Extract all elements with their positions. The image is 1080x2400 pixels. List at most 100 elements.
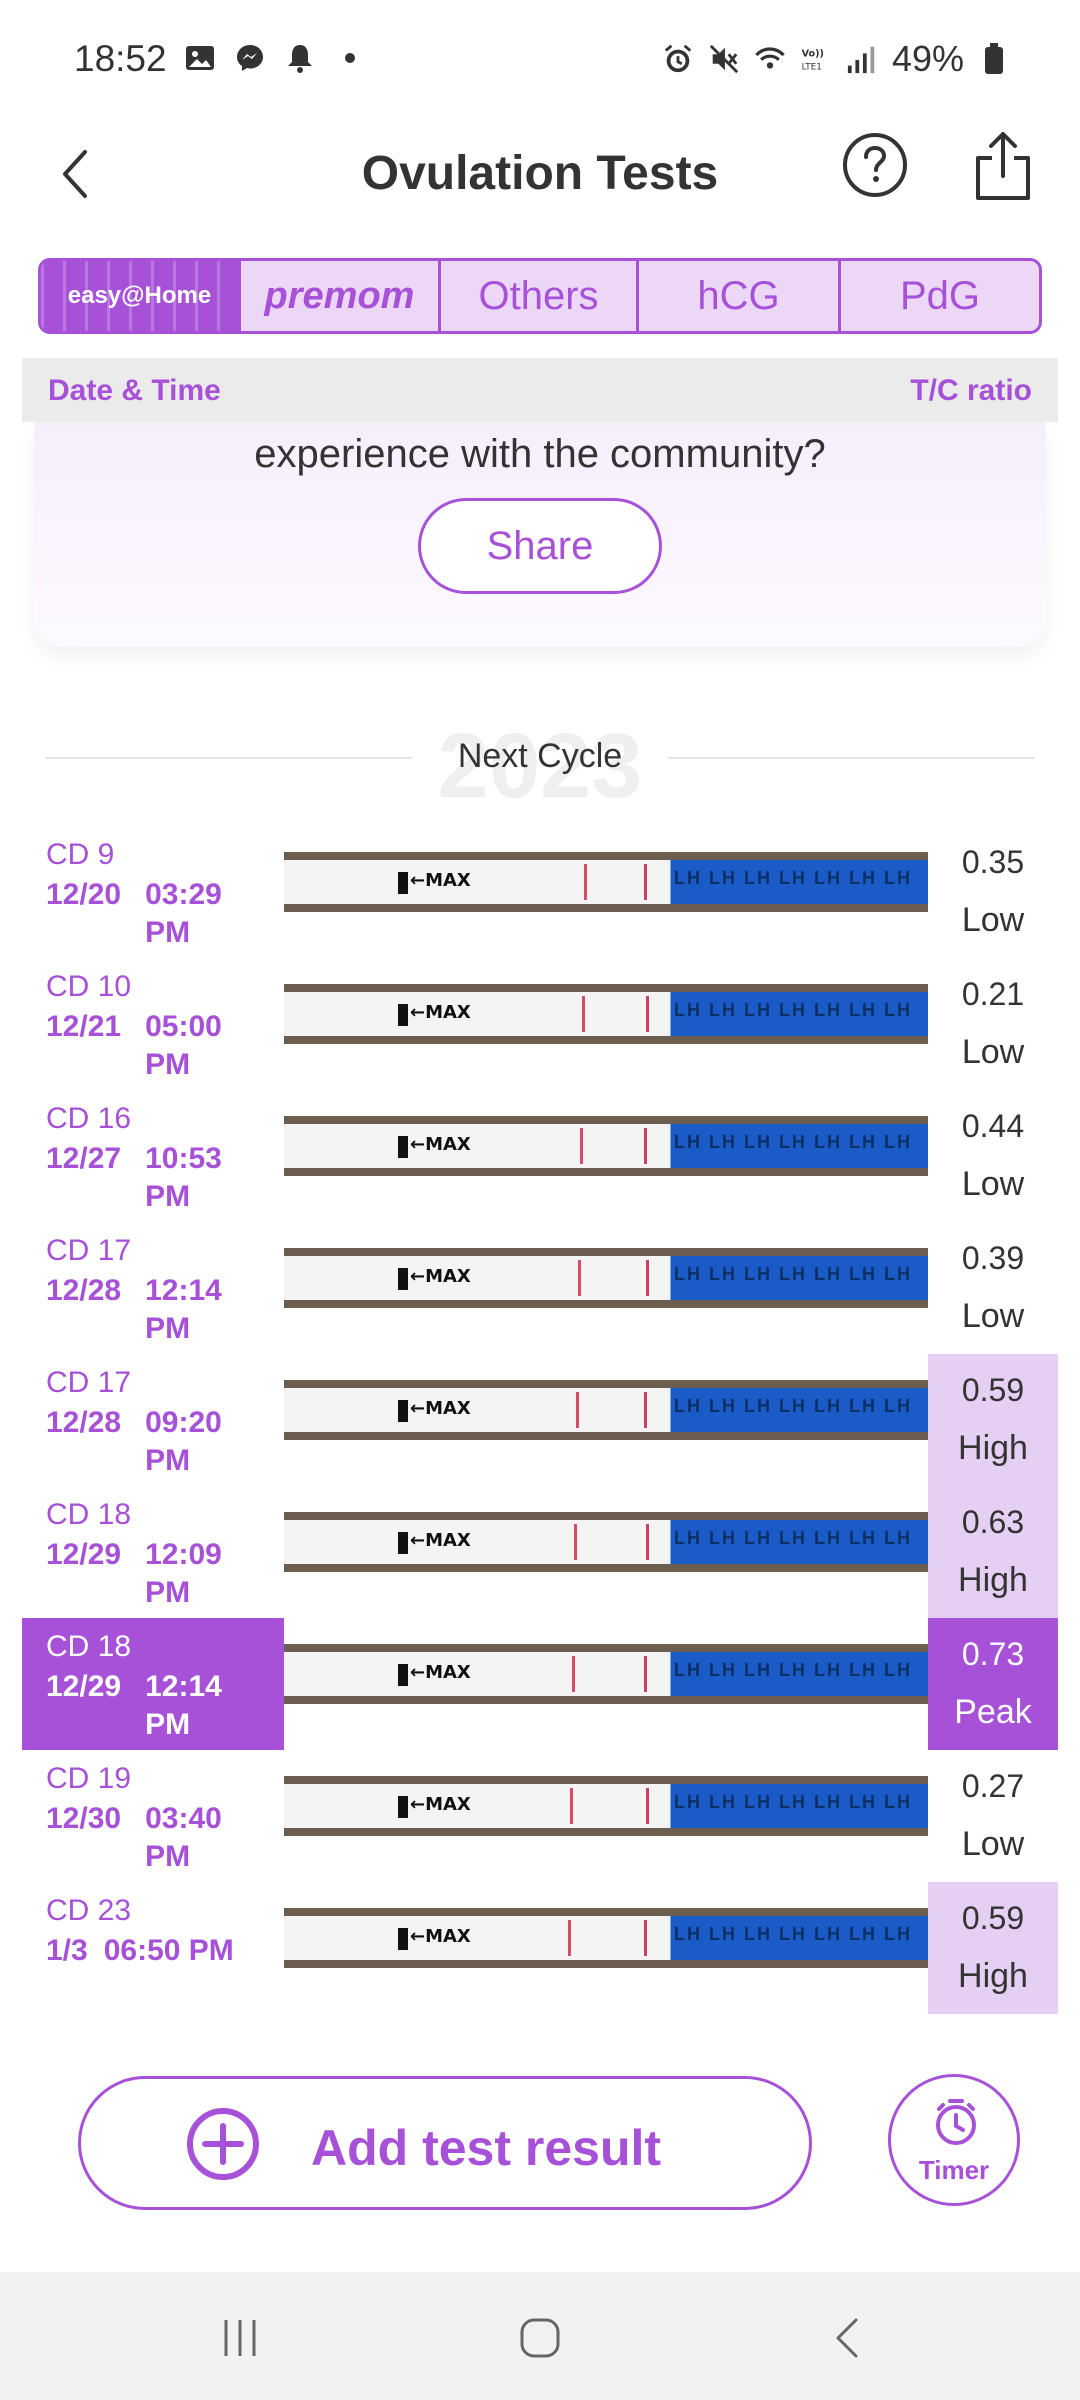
tc-ratio-value: 0.63: [961, 1504, 1025, 1540]
cycle-day: CD 16: [46, 1102, 132, 1135]
system-back-button[interactable]: [816, 2308, 876, 2368]
strip-body: ←MAX LH LH LH LH LH LH LH: [284, 1256, 928, 1300]
test-row[interactable]: CD 19 12/30 03:40 PM ←MAX LH LH LH LH LH LH …: [22, 1750, 1058, 1882]
strip-test-line: [572, 1656, 575, 1692]
lh-level: Low: [961, 1825, 1025, 1863]
add-test-result-label: Add test result: [311, 2120, 662, 2176]
wifi-icon: [754, 43, 786, 75]
row-time-value: 05:00 PM: [145, 1010, 222, 1081]
lh-level: Low: [961, 1297, 1025, 1335]
test-row[interactable]: CD 18 12/29 12:09 PM ←MAX LH LH LH LH LH LH …: [22, 1486, 1058, 1618]
strip-marker: [398, 1268, 408, 1290]
strip-body: ←MAX LH LH LH LH LH LH LH: [284, 1784, 928, 1828]
strip-lh-text: LH LH LH LH LH LH LH: [674, 1660, 912, 1680]
test-row[interactable]: CD 23 1/3 06:50 PM ←MAX LH LH LH LH LH LH LH…: [22, 1882, 1058, 2014]
tab-others[interactable]: Others: [441, 261, 639, 331]
strip-body: ←MAX LH LH LH LH LH LH LH: [284, 1124, 928, 1168]
messenger-icon: [234, 42, 266, 74]
row-time-value: 09:20 PM: [145, 1406, 222, 1477]
recent-apps-button[interactable]: [210, 2308, 270, 2368]
tab-pdg[interactable]: PdG: [841, 261, 1039, 331]
strip-test-line: [574, 1524, 577, 1560]
test-strip-image[interactable]: ←MAX LH LH LH LH LH LH LH: [284, 1776, 928, 1836]
tc-ratio-value: 0.21: [961, 976, 1025, 1012]
strip-lh-text: LH LH LH LH LH LH LH: [674, 1792, 912, 1812]
test-row[interactable]: CD 18 12/29 12:14 PM ←MAX LH LH LH LH LH LH …: [22, 1618, 1058, 1750]
home-icon: [520, 2318, 560, 2358]
test-strip-image[interactable]: ←MAX LH LH LH LH LH LH LH: [284, 984, 928, 1044]
share-card: experience with the community? Share: [34, 422, 1046, 647]
test-strip-image[interactable]: ←MAX LH LH LH LH LH LH LH: [284, 1116, 928, 1176]
row-time-value: 03:29 PM: [145, 878, 222, 949]
test-strip-image[interactable]: ←MAX LH LH LH LH LH LH LH: [284, 1512, 928, 1572]
tc-ratio-value: 0.44: [961, 1108, 1025, 1144]
test-row[interactable]: CD 10 12/21 05:00 PM ←MAX LH LH LH LH LH LH …: [22, 958, 1058, 1090]
test-row[interactable]: CD 17 12/28 09:20 PM ←MAX LH LH LH LH LH LH …: [22, 1354, 1058, 1486]
status-system-icons: Vo)) LTE1 49%: [662, 38, 1010, 80]
strip-test-line: [582, 996, 585, 1032]
row-date: CD 18 12/29 12:09 PM: [22, 1486, 284, 1618]
tab-easy-home[interactable]: easy@Home: [41, 261, 241, 331]
cycle-day: CD 18: [46, 1630, 132, 1663]
test-row[interactable]: CD 17 12/28 12:14 PM ←MAX LH LH LH LH LH LH …: [22, 1222, 1058, 1354]
share-button[interactable]: Share: [418, 498, 662, 594]
strip-test-line: [576, 1392, 579, 1428]
tc-ratio-cell: 0.59 High: [928, 1882, 1058, 2014]
strip-marker: [398, 1400, 408, 1422]
tc-ratio-cell: 0.73 Peak: [928, 1618, 1058, 1750]
strip-max-label: ←MAX: [410, 1794, 471, 1815]
strip-max-text: MAX: [425, 1794, 471, 1815]
question-icon: [843, 133, 907, 197]
dot-icon: [334, 42, 366, 74]
strip-lh-text: LH LH LH LH LH LH LH: [674, 1000, 912, 1020]
strip-body: ←MAX LH LH LH LH LH LH LH: [284, 992, 928, 1036]
row-date: CD 9 12/20 03:29 PM: [22, 826, 284, 958]
row-time-value: 12:14 PM: [145, 1670, 222, 1741]
row-time-value: 12:09 PM: [145, 1538, 222, 1609]
tc-ratio-cell: 0.39 Low: [928, 1222, 1058, 1354]
test-row[interactable]: CD 9 12/20 03:29 PM ←MAX LH LH LH LH LH LH L…: [22, 826, 1058, 958]
export-button[interactable]: [970, 128, 1036, 204]
row-datetime: 12/29 12:09 PM: [46, 1536, 284, 1612]
strip-test-line: [570, 1788, 573, 1824]
lh-level: High: [958, 1957, 1028, 1995]
test-strip-image[interactable]: ←MAX LH LH LH LH LH LH LH: [284, 1248, 928, 1308]
test-strip-image[interactable]: ←MAX LH LH LH LH LH LH LH: [284, 1644, 928, 1704]
tc-ratio-value: 0.39: [961, 1240, 1025, 1276]
add-test-result-button[interactable]: Add test result: [78, 2076, 812, 2210]
mute-icon: [708, 43, 740, 75]
strip-control-line: [644, 1920, 647, 1956]
strip-body: ←MAX LH LH LH LH LH LH LH: [284, 1520, 928, 1564]
tab-others-label: Others: [478, 273, 599, 318]
test-row[interactable]: CD 16 12/27 10:53 PM ←MAX LH LH LH LH LH LH …: [22, 1090, 1058, 1222]
strip-control-line: [644, 864, 647, 900]
bell-icon: [284, 42, 316, 74]
help-button[interactable]: [842, 132, 908, 198]
page-title: Ovulation Tests: [361, 147, 719, 200]
test-strip-image[interactable]: ←MAX LH LH LH LH LH LH LH: [284, 1380, 928, 1440]
strip-marker: [398, 1532, 408, 1554]
strip-control-line: [646, 996, 649, 1032]
status-bar: 18:52 Vo)) LTE1 49%: [0, 0, 1080, 120]
tab-hcg[interactable]: hCG: [639, 261, 841, 331]
row-date-value: 12/29: [46, 1670, 122, 1703]
row-date-value: 12/28: [46, 1274, 122, 1307]
test-strip-image[interactable]: ←MAX LH LH LH LH LH LH LH: [284, 852, 928, 912]
battery-icon: [978, 43, 1010, 75]
strip-max-text: MAX: [425, 1002, 471, 1023]
test-strip-image[interactable]: ←MAX LH LH LH LH LH LH LH: [284, 1908, 928, 1968]
tc-ratio-cell: 0.21 Low: [928, 958, 1058, 1090]
row-datetime: 12/20 03:29 PM: [46, 876, 284, 952]
strip-body: ←MAX LH LH LH LH LH LH LH: [284, 1916, 928, 1960]
row-time-value: 10:53 PM: [145, 1142, 222, 1213]
status-time: 18:52: [74, 38, 167, 79]
timer-button[interactable]: Timer: [888, 2074, 1020, 2206]
row-datetime: 12/21 05:00 PM: [46, 1008, 284, 1084]
row-time-value: 03:40 PM: [145, 1802, 222, 1873]
cycle-day: CD 17: [46, 1366, 132, 1399]
strip-max-text: MAX: [425, 1662, 471, 1683]
home-button[interactable]: [510, 2308, 570, 2368]
tab-premom[interactable]: premom: [241, 261, 441, 331]
tc-ratio-cell: 0.59 High: [928, 1354, 1058, 1486]
brand-tabs: easy@Home premom Others hCG PdG: [38, 258, 1042, 334]
